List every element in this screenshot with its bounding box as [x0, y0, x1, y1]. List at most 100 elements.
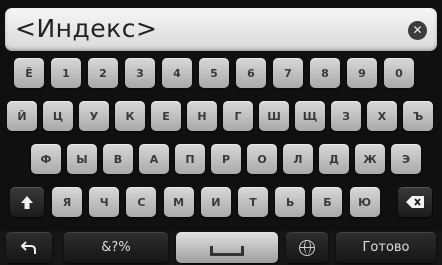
key[interactable]: У — [79, 101, 109, 131]
key[interactable]: Г — [223, 101, 253, 131]
key[interactable]: Б — [312, 187, 343, 217]
key-label: Ш — [267, 109, 281, 123]
key[interactable]: Т — [238, 187, 268, 217]
key-label: Ф — [40, 152, 52, 166]
key[interactable]: 0 — [384, 58, 414, 88]
key[interactable]: Ж — [355, 144, 385, 174]
key[interactable]: М — [163, 187, 194, 217]
key[interactable]: П — [175, 144, 205, 174]
key-label: Й — [17, 109, 27, 123]
key-label: Ч — [99, 195, 109, 209]
key-label: Д — [329, 152, 339, 166]
key[interactable]: Л — [283, 144, 313, 174]
symbols-button[interactable]: &?% — [64, 232, 168, 263]
keyboard-row-1: ЙЦУКЕНГШЩЗХЪ — [0, 101, 442, 133]
key-label: Щ — [302, 109, 318, 123]
key[interactable]: Х — [367, 101, 397, 131]
key[interactable]: Я — [52, 187, 82, 217]
key[interactable]: Ц — [43, 101, 73, 131]
key-label: Н — [197, 109, 207, 123]
key-label: Е — [162, 109, 170, 123]
input-placeholder: <Индекс> — [15, 14, 158, 43]
key-label: Ь — [285, 195, 295, 209]
key[interactable]: Щ — [295, 101, 325, 131]
key[interactable]: Ё — [14, 58, 44, 88]
key[interactable]: Е — [151, 101, 181, 131]
done-button[interactable]: Готово — [336, 232, 436, 263]
postal-code-input[interactable]: <Индекс> ✕ — [5, 8, 437, 51]
key[interactable]: С — [126, 187, 157, 217]
key[interactable]: Ъ — [403, 101, 433, 131]
key[interactable]: О — [247, 144, 277, 174]
key[interactable]: Ш — [259, 101, 289, 131]
key-label: Б — [323, 195, 332, 209]
key[interactable]: 8 — [310, 58, 340, 88]
key-label: С — [137, 195, 146, 209]
shift-key[interactable] — [10, 187, 44, 217]
key-label: З — [342, 109, 350, 123]
backspace-key[interactable] — [398, 187, 432, 217]
key[interactable]: З — [331, 101, 361, 131]
clear-icon[interactable]: ✕ — [408, 21, 427, 40]
key-label: П — [185, 152, 195, 166]
key-label: Ж — [363, 152, 377, 166]
key-label: 7 — [284, 66, 292, 80]
globe-icon — [299, 239, 315, 256]
key-label: 1 — [62, 66, 70, 80]
backspace-icon — [406, 196, 424, 208]
key-label: 9 — [358, 66, 366, 80]
key-label: 6 — [247, 66, 255, 80]
key[interactable]: Д — [319, 144, 349, 174]
key[interactable]: 2 — [88, 58, 118, 88]
key-label: Ц — [52, 109, 64, 123]
key[interactable]: 4 — [162, 58, 192, 88]
key[interactable]: А — [139, 144, 169, 174]
keyboard-row-digits: Ё 1 2 3 4 5 6 7 8 9 0 — [0, 58, 442, 90]
key[interactable]: Р — [211, 144, 241, 174]
key-label: Т — [249, 195, 257, 209]
key[interactable]: 1 — [51, 58, 81, 88]
key[interactable]: Н — [187, 101, 217, 131]
key[interactable]: Ь — [275, 187, 306, 217]
key[interactable]: 9 — [347, 58, 377, 88]
key-label: Ё — [25, 66, 33, 80]
key-label: К — [125, 109, 135, 123]
key-label: Э — [401, 152, 411, 166]
key[interactable]: 5 — [199, 58, 229, 88]
key[interactable]: 3 — [125, 58, 155, 88]
language-button[interactable] — [286, 232, 328, 263]
key[interactable]: Ф — [31, 144, 61, 174]
symbols-label: &?% — [101, 240, 131, 255]
key-label: У — [89, 109, 99, 123]
key[interactable]: Ю — [349, 187, 380, 217]
keyboard-row-3: ЯЧСМИТЬБЮ — [0, 187, 442, 219]
key[interactable]: Й — [7, 101, 37, 131]
key-label: О — [257, 152, 267, 166]
key-label: 3 — [136, 66, 144, 80]
key[interactable]: Э — [391, 144, 421, 174]
key[interactable]: 7 — [273, 58, 303, 88]
space-bar-icon — [210, 245, 244, 256]
key[interactable]: Ч — [89, 187, 120, 217]
back-arrow-icon — [21, 241, 36, 254]
space-bar[interactable] — [176, 232, 278, 263]
key[interactable]: В — [103, 144, 133, 174]
key[interactable]: 6 — [236, 58, 266, 88]
key-label: Г — [234, 109, 242, 123]
key-label: Я — [62, 195, 72, 209]
shift-arrow-icon — [21, 195, 33, 209]
key-label: Л — [293, 152, 303, 166]
keyboard-screen: <Индекс> ✕ Ё 1 2 3 4 5 6 7 8 9 0 Й Ц У К Е Н Г Ш Щ З Х Ъ Ф Ы В А… — [0, 0, 442, 265]
key-label: И — [211, 195, 221, 209]
key-label: Ъ — [412, 109, 424, 123]
key-label: 4 — [173, 66, 181, 80]
keyboard-row-2: ФЫВАПРОЛДЖЭ — [0, 144, 442, 176]
back-button[interactable] — [6, 232, 52, 263]
key-label: В — [113, 152, 123, 166]
key-label: М — [173, 195, 185, 209]
key[interactable]: К — [115, 101, 145, 131]
key[interactable]: Ы — [67, 144, 97, 174]
key-label: Ы — [76, 152, 88, 166]
key-label: 5 — [210, 66, 218, 80]
key[interactable]: И — [200, 187, 231, 217]
